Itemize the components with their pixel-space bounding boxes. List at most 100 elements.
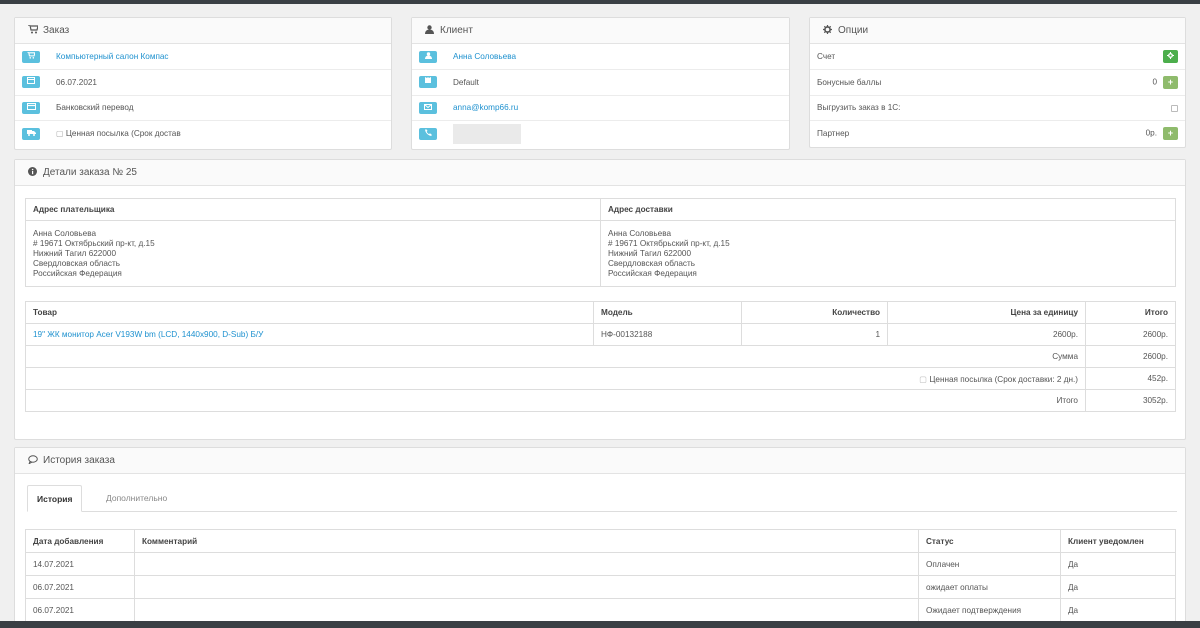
- phone-icon[interactable]: [419, 127, 437, 140]
- history-date: 06.07.2021: [25, 575, 135, 599]
- calendar-icon[interactable]: [22, 76, 40, 89]
- shipping-address-line: Российская Федерация: [608, 269, 697, 278]
- product-link[interactable]: 19" ЖК монитор Acer V193W bm (LCD, 1440x…: [33, 330, 263, 339]
- order-history-title: История заказа: [43, 454, 115, 466]
- history-notified: Да: [1060, 552, 1176, 576]
- history-row: 06.07.2021 Ожидает подтверждения Да: [25, 598, 1176, 622]
- unit-price-column-header: Цена за единицу: [887, 301, 1086, 324]
- shopping-cart-icon: [27, 24, 39, 36]
- shipping-address-line: Свердловская область: [608, 259, 695, 268]
- client-phone-hidden: [453, 123, 521, 144]
- add-bonus-button[interactable]: +: [1163, 75, 1178, 89]
- history-date: 06.07.2021: [25, 598, 135, 622]
- product-column-header: Товар: [25, 301, 594, 324]
- history-date: 14.07.2021: [25, 552, 135, 576]
- order-date-row: 06.07.2021: [15, 69, 391, 95]
- product-row: 19" ЖК монитор Acer V193W bm (LCD, 1440x…: [25, 323, 1176, 346]
- info-circle-icon: [27, 167, 38, 178]
- client-name-link[interactable]: Анна Соловьева: [453, 52, 516, 61]
- history-comment: [134, 598, 919, 622]
- quantity-column-header: Количество: [741, 301, 888, 324]
- product-model: НФ-00132188: [593, 323, 742, 346]
- credit-card-icon[interactable]: [22, 101, 40, 114]
- order-history-heading: История заказа: [15, 448, 1185, 474]
- tab-additional[interactable]: Дополнительно: [97, 485, 176, 512]
- product-total: 2600р.: [1085, 323, 1176, 346]
- history-row: 14.07.2021 Оплачен Да: [25, 552, 1176, 576]
- history-status: Оплачен: [918, 552, 1061, 576]
- truck-icon[interactable]: [22, 127, 40, 140]
- invoice-label: Счет: [817, 52, 836, 61]
- history-notified: Да: [1060, 575, 1176, 599]
- client-panel-title: Клиент: [440, 24, 473, 36]
- address-table: Адрес плательщика Адрес доставки Анна Со…: [25, 198, 1176, 287]
- shipping-total-row: ▢ Ценная посылка (Срок доставки: 2 дн.) …: [25, 367, 1176, 390]
- order-details-heading: Детали заказа № 25: [15, 160, 1185, 186]
- shipping-total-value: 452р.: [1085, 367, 1176, 390]
- shipping-checkbox-icon: ▢: [56, 129, 64, 139]
- history-tabs: История Дополнительно: [27, 485, 1177, 512]
- grand-total-label: Итого: [25, 389, 1086, 412]
- taskbar: [0, 621, 1200, 628]
- export-1c-checkbox[interactable]: [1171, 104, 1178, 112]
- bonus-label: Бонусные баллы: [810, 69, 1065, 95]
- envelope-icon[interactable]: [419, 101, 437, 114]
- store-link[interactable]: Компьютерный салон Компас: [56, 52, 169, 61]
- product-unit-price: 2600р.: [887, 323, 1086, 346]
- payment-address-line: # 19671 Октябрьский пр-кт, д.15: [33, 239, 155, 248]
- history-status: ожидает оплаты: [918, 575, 1061, 599]
- client-name-row: Анна Соловьева: [412, 44, 789, 70]
- order-history-panel: История заказа История Дополнительно Дат…: [14, 447, 1186, 627]
- payment-address-line: Нижний Тагил 622000: [33, 249, 117, 258]
- bonus-row: Бонусные баллы 0 +: [810, 69, 1185, 95]
- group-icon[interactable]: [419, 76, 437, 89]
- options-panel-title: Опции: [838, 24, 869, 36]
- shipping-address: Анна Соловьева # 19671 Октябрьский пр-кт…: [600, 220, 1176, 287]
- shipping-method: Ценная посылка (Срок достав: [65, 128, 181, 138]
- user-icon: [424, 25, 435, 36]
- shipping-checkbox-icon: ▢: [919, 374, 928, 384]
- client-group-row: Default: [412, 69, 789, 95]
- order-payment-row: Банковский перевод: [15, 94, 391, 121]
- add-partner-commission-button[interactable]: +: [1163, 127, 1178, 140]
- order-info-table: Компьютерный салон Компас 06.07.2021 Бан…: [15, 44, 391, 146]
- product-quantity: 1: [741, 323, 888, 346]
- order-shipping-row: ▢ Ценная посылка (Срок достав: [15, 120, 391, 146]
- history-status: Ожидает подтверждения: [918, 598, 1061, 622]
- partner-label: Партнер: [810, 120, 1065, 146]
- generate-invoice-button[interactable]: [1163, 50, 1178, 63]
- options-panel: Опции Счет Бонусные баллы 0 + Выгрузить з…: [809, 17, 1186, 148]
- payment-address-line: Анна Соловьева: [33, 229, 97, 238]
- order-panel-heading: Заказ: [15, 18, 391, 44]
- cart-icon[interactable]: [22, 50, 40, 63]
- order-details-title: Детали заказа № 25: [43, 166, 137, 178]
- order-panel: Заказ Компьютерный салон Компас 06.07.20…: [14, 17, 392, 150]
- partner-row: Партнер 0р. +: [810, 120, 1185, 146]
- total-column-header: Итого: [1085, 301, 1176, 324]
- grand-total-value: 3052р.: [1085, 389, 1176, 412]
- client-panel: Клиент Анна Соловьева Default anna@komp6…: [411, 17, 790, 150]
- client-email-row: anna@komp66.ru: [412, 94, 789, 121]
- options-panel-heading: Опции: [810, 18, 1185, 44]
- client-phone-row: [412, 120, 789, 146]
- user-icon[interactable]: [419, 50, 437, 63]
- order-date: 06.07.2021: [49, 69, 391, 95]
- client-email-link[interactable]: anna@komp66.ru: [453, 103, 518, 112]
- partner-value: 0р.: [1145, 128, 1157, 138]
- subtotal-row: Сумма 2600р.: [25, 345, 1176, 368]
- cog-icon: [822, 25, 833, 36]
- order-info-page: Заказ Компьютерный салон Компас 06.07.20…: [0, 4, 1200, 627]
- products-table: Товар Модель Количество Цена за единицу …: [25, 301, 1176, 412]
- tab-history[interactable]: История: [27, 485, 83, 512]
- history-notified: Да: [1060, 598, 1176, 622]
- shipping-address-line: Анна Соловьева: [608, 229, 672, 238]
- model-column-header: Модель: [593, 301, 742, 324]
- customer-notified-column-header: Клиент уведомлен: [1060, 529, 1176, 553]
- shipping-total-label: Ценная посылка (Срок доставки: 2 дн.): [929, 374, 1078, 384]
- history-table: Дата добавления Комментарий Статус Клиен…: [25, 529, 1176, 622]
- payment-address: Анна Соловьева # 19671 Октябрьский пр-кт…: [25, 220, 601, 287]
- date-added-column-header: Дата добавления: [25, 529, 135, 553]
- shipping-address-line: Нижний Тагил 622000: [608, 249, 692, 258]
- payment-address-header: Адрес плательщика: [25, 198, 601, 221]
- export-1c-row: Выгрузить заказ в 1С:: [810, 94, 1185, 121]
